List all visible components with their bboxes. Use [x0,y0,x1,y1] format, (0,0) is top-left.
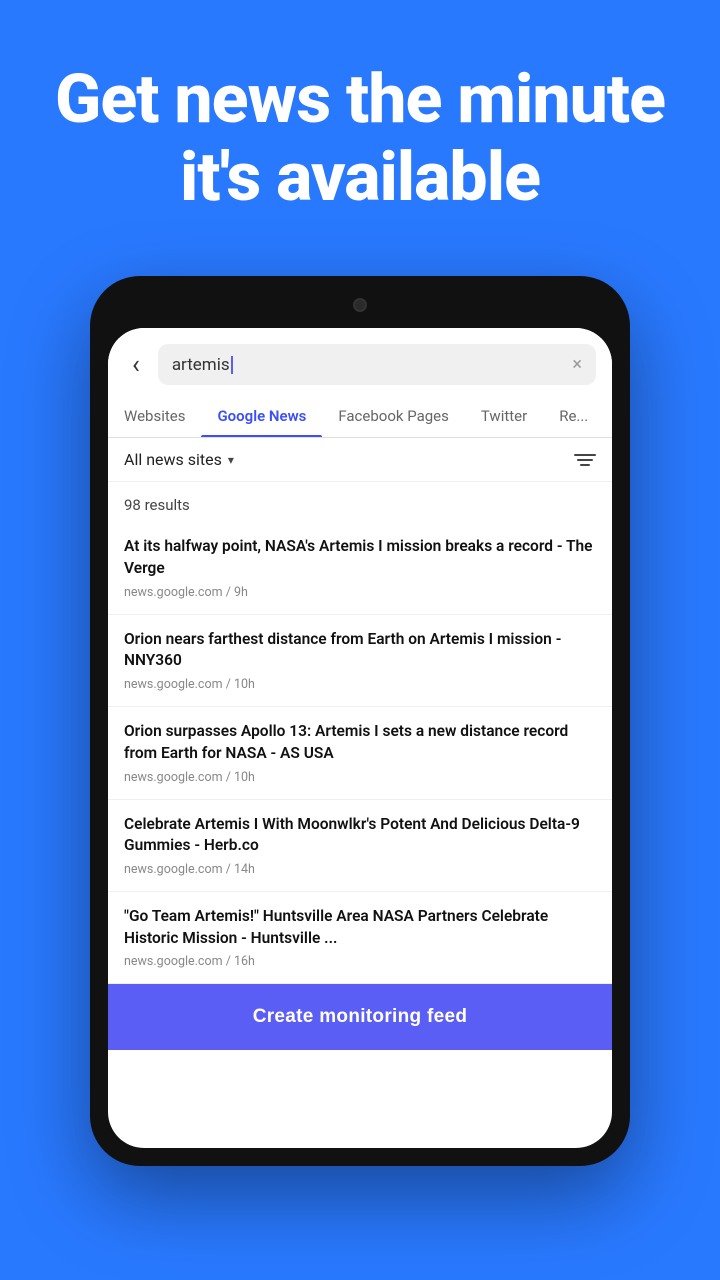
tab-facebook-pages[interactable]: Facebook Pages [322,395,465,437]
clear-button[interactable]: × [572,354,582,375]
news-separator-3: / [226,862,234,877]
news-source-2: news.google.com [124,770,223,785]
news-time-1: 10h [234,677,255,692]
hero-title: Get news the minute it's available [40,60,680,216]
news-separator-4: / [226,954,234,969]
back-button[interactable]: ‹ [124,346,148,384]
news-separator-1: / [226,677,234,692]
news-meta-1: news.google.com / 10h [124,677,596,692]
filter-row: All news sites ▾ [108,438,612,482]
dropdown-label: All news sites [124,450,222,469]
phone-wrapper: ‹ artemis × Websites Google News Faceboo… [0,276,720,1206]
filter-settings-button[interactable] [574,454,596,466]
chevron-down-icon: ▾ [228,453,234,467]
news-item-2[interactable]: Orion surpasses Apollo 13: Artemis I set… [108,707,612,799]
news-title-0: At its halfway point, NASA's Artemis I m… [124,536,596,579]
news-title-1: Orion nears farthest distance from Earth… [124,629,596,672]
tab-twitter[interactable]: Twitter [465,395,543,437]
search-input-box[interactable]: artemis × [158,344,596,385]
results-count: 98 results [108,482,612,522]
news-list: At its halfway point, NASA's Artemis I m… [108,522,612,984]
news-title-2: Orion surpasses Apollo 13: Artemis I set… [124,721,596,764]
news-title-3: Celebrate Artemis I With Moonwlkr's Pote… [124,814,596,857]
tabs-row: Websites Google News Facebook Pages Twit… [108,395,612,438]
filter-line-3 [580,464,590,466]
all-news-sites-dropdown[interactable]: All news sites ▾ [124,450,234,469]
create-monitoring-feed-button[interactable]: Create monitoring feed [108,984,612,1050]
news-item-1[interactable]: Orion nears farthest distance from Earth… [108,615,612,707]
news-separator-2: / [226,770,234,785]
phone-notch [330,294,390,316]
filter-line-1 [574,454,596,456]
text-cursor [231,356,233,374]
phone-frame: ‹ artemis × Websites Google News Faceboo… [90,276,630,1166]
tab-google-news[interactable]: Google News [201,395,322,437]
phone-screen: ‹ artemis × Websites Google News Faceboo… [108,328,612,1148]
news-meta-0: news.google.com / 9h [124,585,596,600]
search-bar-row: ‹ artemis × [108,328,612,395]
news-time-0: 9h [234,585,248,600]
news-meta-3: news.google.com / 14h [124,862,596,877]
news-item-0[interactable]: At its halfway point, NASA's Artemis I m… [108,522,612,614]
tab-websites[interactable]: Websites [108,395,201,437]
phone-camera [353,298,367,312]
news-time-3: 14h [234,862,255,877]
news-source-3: news.google.com [124,862,223,877]
news-source-1: news.google.com [124,677,223,692]
news-meta-2: news.google.com / 10h [124,770,596,785]
news-item-4[interactable]: "Go Team Artemis!" Huntsville Area NASA … [108,892,612,984]
news-source-4: news.google.com [124,954,223,969]
news-time-2: 10h [234,770,255,785]
news-meta-4: news.google.com / 16h [124,954,596,969]
news-source-0: news.google.com [124,585,223,600]
hero-section: Get news the minute it's available [0,0,720,256]
news-title-4: "Go Team Artemis!" Huntsville Area NASA … [124,906,596,949]
news-item-3[interactable]: Celebrate Artemis I With Moonwlkr's Pote… [108,800,612,892]
search-value: artemis [172,355,230,375]
news-separator-0: / [226,585,234,600]
news-time-4: 16h [234,954,255,969]
filter-line-2 [577,459,593,461]
tab-more[interactable]: Re... [543,395,604,437]
